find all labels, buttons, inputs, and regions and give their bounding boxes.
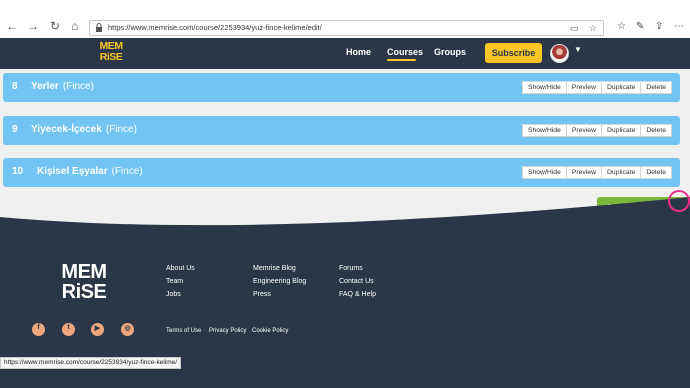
delete-button[interactable]: Delete bbox=[640, 166, 672, 179]
nav-groups[interactable]: Groups bbox=[434, 47, 466, 57]
memrise-logo[interactable]: MEM RiSE bbox=[96, 41, 126, 63]
favorites-icon[interactable]: ☆ bbox=[617, 21, 626, 32]
address-bar[interactable]: https://www.memrise.com/course/2253934/y… bbox=[89, 20, 604, 36]
footer-link-privacy[interactable]: Privacy Policy bbox=[209, 328, 246, 334]
level-title: Yiyecek-İçecek (Fince) bbox=[31, 124, 137, 135]
level-actions: Show/Hide Preview Duplicate Delete bbox=[521, 81, 672, 94]
favorite-star-icon[interactable]: ☆ bbox=[589, 23, 597, 34]
youtube-glyph: ▶ bbox=[94, 325, 101, 332]
footer-logo-line-1: MEM bbox=[61, 261, 107, 283]
level-row[interactable]: 8 Yerler (Fince) Show/Hide Preview Duplic… bbox=[3, 73, 680, 102]
footer-link-cookie[interactable]: Cookie Policy bbox=[252, 328, 288, 334]
lock-icon bbox=[96, 23, 102, 32]
nav-courses[interactable]: Courses bbox=[387, 47, 423, 57]
cursor-highlight-ring bbox=[668, 190, 690, 212]
home-icon[interactable]: ⌂ bbox=[71, 20, 78, 32]
address-text: https://www.memrise.com/course/2253934/y… bbox=[108, 23, 322, 32]
subscribe-button[interactable]: Subscribe bbox=[485, 43, 542, 63]
browser-toolbar: ← → ↻ ⌂ https://www.memrise.com/course/2… bbox=[0, 0, 690, 38]
level-name: Kişisel Eşyalar bbox=[37, 166, 108, 177]
forward-icon[interactable]: → bbox=[27, 20, 39, 32]
reader-view-icon[interactable]: ▭ bbox=[570, 23, 579, 34]
logo-line-2: RiSE bbox=[99, 51, 123, 63]
share-icon[interactable]: ⇪ bbox=[655, 21, 663, 32]
preview-button[interactable]: Preview bbox=[565, 81, 602, 94]
footer-memrise-logo[interactable]: MEM RiSE bbox=[57, 262, 111, 302]
show-hide-button[interactable]: Show/Hide bbox=[521, 124, 567, 137]
footer-link-forums[interactable]: Forums bbox=[339, 265, 363, 272]
facebook-glyph: f bbox=[37, 324, 40, 331]
chevron-down-icon[interactable]: ▼ bbox=[574, 45, 582, 54]
footer-logo-line-2: RiSE bbox=[61, 281, 107, 303]
footer-link-terms[interactable]: Terms of Use bbox=[166, 328, 201, 334]
duplicate-button[interactable]: Duplicate bbox=[601, 124, 642, 137]
preview-button[interactable]: Preview bbox=[565, 166, 602, 179]
instagram-glyph: ◎ bbox=[124, 325, 131, 332]
footer-link-team[interactable]: Team bbox=[166, 278, 183, 285]
level-number: 9 bbox=[12, 124, 18, 135]
level-language: (Fince) bbox=[62, 81, 94, 92]
level-number: 8 bbox=[12, 81, 18, 92]
level-number: 10 bbox=[12, 166, 24, 177]
footer-link-memrise-blog[interactable]: Memrise Blog bbox=[253, 265, 296, 272]
twitter-icon[interactable]: t bbox=[62, 323, 75, 336]
level-language: (Fince) bbox=[105, 124, 137, 135]
refresh-icon[interactable]: ↻ bbox=[50, 20, 60, 32]
footer-link-about-us[interactable]: About Us bbox=[166, 265, 195, 272]
browser-status-bar: https://www.memrise.com/course/2253934/y… bbox=[0, 357, 182, 369]
level-row[interactable]: 10 Kişisel Eşyalar (Fince) Show/Hide Prev… bbox=[3, 158, 680, 187]
avatar[interactable] bbox=[550, 44, 569, 63]
facebook-icon[interactable]: f bbox=[32, 323, 45, 336]
level-title: Kişisel Eşyalar (Fince) bbox=[37, 166, 143, 177]
duplicate-button[interactable]: Duplicate bbox=[601, 166, 642, 179]
preview-button[interactable]: Preview bbox=[565, 124, 602, 137]
nav-home[interactable]: Home bbox=[346, 47, 371, 57]
footer-link-contact-us[interactable]: Contact Us bbox=[339, 278, 374, 285]
level-row[interactable]: 9 Yiyecek-İçecek (Fince) Show/Hide Previe… bbox=[3, 116, 680, 145]
level-actions: Show/Hide Preview Duplicate Delete bbox=[521, 166, 672, 179]
delete-button[interactable]: Delete bbox=[640, 124, 672, 137]
level-title: Yerler (Fince) bbox=[31, 81, 94, 92]
delete-button[interactable]: Delete bbox=[640, 81, 672, 94]
twitter-glyph: t bbox=[67, 324, 70, 331]
level-name: Yerler bbox=[31, 81, 59, 92]
level-name: Yiyecek-İçecek bbox=[31, 124, 102, 135]
level-language: (Fince) bbox=[111, 166, 143, 177]
reading-list-icon[interactable]: ✎ bbox=[636, 21, 644, 32]
show-hide-button[interactable]: Show/Hide bbox=[521, 81, 567, 94]
footer-link-engineering-blog[interactable]: Engineering Blog bbox=[253, 278, 306, 285]
more-icon[interactable]: ⋯ bbox=[674, 21, 684, 32]
footer-link-press[interactable]: Press bbox=[253, 291, 271, 298]
footer-link-jobs[interactable]: Jobs bbox=[166, 291, 181, 298]
footer-link-faq-help[interactable]: FAQ & Help bbox=[339, 291, 376, 298]
site-header: MEM RiSE Home Courses Groups Subscribe ▼ bbox=[0, 38, 690, 69]
back-icon[interactable]: ← bbox=[6, 20, 18, 32]
duplicate-button[interactable]: Duplicate bbox=[601, 81, 642, 94]
youtube-icon[interactable]: ▶ bbox=[91, 323, 104, 336]
level-actions: Show/Hide Preview Duplicate Delete bbox=[521, 124, 672, 137]
show-hide-button[interactable]: Show/Hide bbox=[521, 166, 567, 179]
active-nav-indicator bbox=[387, 59, 416, 61]
instagram-icon[interactable]: ◎ bbox=[121, 323, 134, 336]
